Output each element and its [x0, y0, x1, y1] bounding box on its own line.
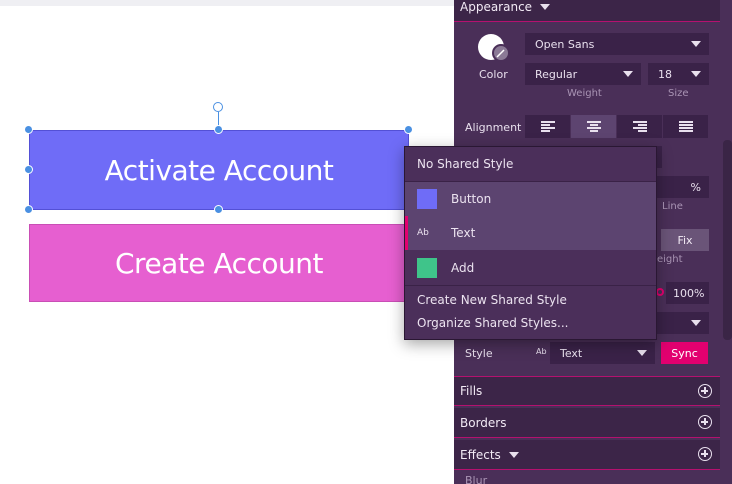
text-style-value: Text [560, 346, 583, 360]
font-family-select[interactable]: Open Sans [525, 33, 709, 55]
blur-label: Blur [465, 474, 488, 484]
add-effect-plus-icon[interactable] [698, 447, 712, 461]
fills-title: Fills [460, 384, 483, 398]
line-height-field[interactable]: % [657, 176, 709, 198]
line-height-percent: % [690, 180, 701, 194]
resize-handle-top[interactable] [214, 125, 223, 134]
size-label: Size [668, 88, 689, 99]
text-style-icon: Ab [536, 347, 547, 356]
chevron-down-icon [691, 320, 701, 326]
organize-shared-styles-label: Organize Shared Styles... [417, 316, 569, 330]
weight-label: Weight [567, 88, 602, 99]
chevron-down-icon [623, 71, 633, 77]
alignment-group [525, 115, 709, 138]
font-family-value: Open Sans [535, 37, 595, 51]
align-justify-button[interactable] [663, 115, 709, 138]
appearance-title: Appearance [460, 0, 533, 14]
effects-title: Effects [460, 447, 501, 462]
shared-style-add-item[interactable]: Add [405, 250, 656, 286]
align-right-button[interactable] [617, 115, 663, 138]
create-account-button-layer[interactable]: Create Account [29, 224, 409, 302]
font-weight-select[interactable]: Regular [525, 63, 641, 85]
resize-handle-bottom-left[interactable] [24, 205, 33, 214]
organize-shared-styles-item[interactable]: Organize Shared Styles... [405, 313, 656, 333]
sync-button[interactable]: Sync [661, 342, 708, 364]
rotation-handle[interactable] [213, 102, 223, 112]
alignment-label: Alignment [465, 121, 522, 134]
create-new-shared-style-item[interactable]: Create New Shared Style [405, 290, 656, 310]
align-center-button[interactable] [571, 115, 617, 138]
no-shared-style-label: No Shared Style [417, 157, 514, 171]
canvas[interactable]: Activate Account Create Account [0, 0, 454, 484]
shared-style-text-item[interactable]: Ab Text [405, 216, 656, 250]
resize-handle-bottom[interactable] [214, 205, 223, 214]
shared-style-dropdown: No Shared Style Button Ab Text Add Creat… [404, 146, 657, 340]
eyedropper-icon[interactable] [492, 44, 510, 62]
font-size-select[interactable]: 18 [648, 63, 709, 85]
canvas-top-bar [0, 0, 454, 6]
add-fill-plus-icon[interactable] [698, 384, 712, 398]
height-label: eight [657, 254, 683, 265]
align-justify-icon [678, 121, 693, 132]
borders-title: Borders [460, 415, 507, 430]
resize-handle-top-left[interactable] [24, 125, 33, 134]
chevron-down-icon [691, 41, 701, 47]
font-size-value: 18 [658, 67, 672, 81]
style-label: Style [465, 347, 493, 360]
add-style-swatch [417, 257, 437, 278]
fix-button[interactable]: Fix [661, 229, 709, 251]
activate-account-label: Activate Account [104, 153, 334, 187]
effects-section-header[interactable]: Effects [454, 440, 720, 470]
opacity-value: 100% [673, 286, 705, 300]
fills-section-header[interactable]: Fills [454, 376, 720, 406]
activate-account-button-layer[interactable]: Activate Account [29, 130, 409, 210]
align-center-icon [586, 121, 601, 132]
chevron-down-icon[interactable] [508, 451, 519, 458]
chevron-down-icon [691, 71, 701, 77]
text-style-label: Text [451, 226, 476, 240]
align-left-icon [540, 121, 555, 132]
add-style-label: Add [451, 260, 475, 275]
borders-section-header[interactable]: Borders [454, 408, 720, 438]
create-account-label: Create Account [115, 246, 324, 280]
color-label: Color [479, 68, 508, 81]
shared-style-button-item[interactable]: Button [405, 182, 656, 216]
resize-handle-left[interactable] [24, 165, 33, 174]
button-style-swatch [417, 189, 437, 209]
add-border-plus-icon[interactable] [698, 415, 712, 429]
font-weight-value: Regular [535, 67, 578, 81]
text-style-icon: Ab [417, 228, 429, 238]
resize-handle-top-right[interactable] [404, 125, 413, 134]
opacity-slider-knob[interactable] [656, 288, 664, 296]
button-style-label: Button [451, 192, 492, 206]
chevron-down-icon[interactable] [540, 3, 551, 10]
chevron-down-icon [637, 350, 647, 356]
inspector-scrollbar[interactable] [723, 140, 732, 340]
text-style-select[interactable]: Ab Text [536, 342, 655, 364]
blend-mode-select[interactable] [657, 312, 709, 334]
align-right-icon [632, 121, 647, 132]
align-left-button[interactable] [525, 115, 571, 138]
create-new-shared-style-label: Create New Shared Style [417, 293, 567, 307]
no-shared-style-item[interactable]: No Shared Style [405, 147, 656, 182]
line-label: Line [662, 201, 683, 212]
appearance-section-header[interactable]: Appearance [454, 0, 720, 22]
opacity-field[interactable]: 100% [666, 282, 709, 304]
